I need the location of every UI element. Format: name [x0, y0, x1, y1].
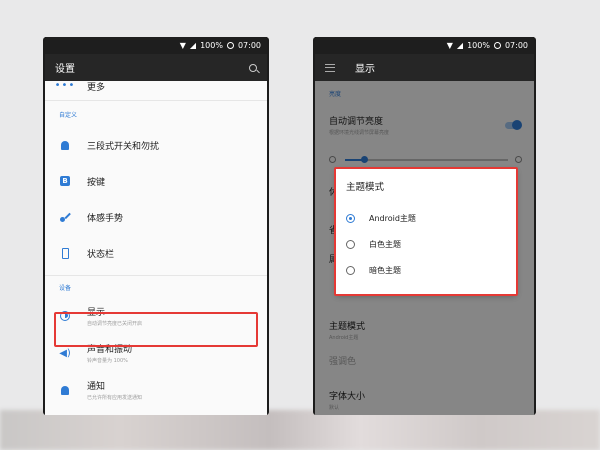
list-item-label: 状态栏 — [87, 249, 115, 260]
list-item-label: 体感手势 — [87, 213, 124, 224]
time-text: 07:00 — [237, 41, 261, 50]
settings-screen: ▼ ◢ 100% 07:00 设置 ••• 更多 自定义 三段式开关和勿扰 B … — [45, 37, 267, 415]
display-screen: ▼ ◢ 100% 07:00 显示 亮度 自动调节亮度 根据环境光线调节屏幕亮度 — [315, 37, 534, 415]
list-item-label: 通知 — [87, 382, 106, 392]
phone-right: ▼ ◢ 100% 07:00 显示 亮度 自动调节亮度 根据环境光线调节屏幕亮度 — [313, 37, 536, 415]
list-item-alert-slider[interactable]: 三段式开关和勿扰 — [45, 127, 267, 163]
list-item-label: 更多 — [87, 82, 106, 93]
battery-text: 100% — [467, 41, 490, 50]
section-header-device: 设备 — [59, 284, 72, 292]
bell-icon — [59, 139, 71, 151]
speaker-icon: ◀) — [59, 347, 71, 359]
button-b-icon: B — [59, 175, 71, 187]
highlight-box-dialog — [334, 167, 518, 296]
app-bar: 显示 — [315, 54, 534, 81]
page-title: 显示 — [355, 64, 375, 75]
list-item-notifications[interactable]: 通知 已允许所有应用发送通知 — [45, 372, 267, 408]
phone-left: ▼ ◢ 100% 07:00 设置 ••• 更多 自定义 三段式开关和勿扰 B … — [43, 37, 269, 415]
signal-icon: ◢ — [189, 41, 197, 50]
wifi-icon: ▼ — [179, 41, 186, 50]
background-blur — [0, 410, 600, 450]
phone-icon — [59, 247, 71, 259]
list-item-buttons[interactable]: B 按键 — [45, 163, 267, 199]
list-item-sublabel: 铃声音量为 100% — [87, 358, 128, 364]
highlight-box-display — [54, 312, 258, 347]
menu-icon[interactable] — [325, 63, 335, 72]
battery-ring-icon — [493, 42, 501, 49]
list-item-gestures[interactable]: 体感手势 — [45, 199, 267, 235]
page-title: 设置 — [55, 64, 75, 75]
status-bar: ▼ ◢ 100% 07:00 — [45, 37, 267, 54]
list-item-label: 按键 — [87, 177, 106, 188]
search-icon[interactable] — [249, 63, 257, 72]
battery-ring-icon — [226, 42, 234, 49]
list-item-more[interactable]: ••• 更多 — [45, 76, 267, 96]
list-item-label: 三段式开关和勿扰 — [87, 141, 160, 152]
time-text: 07:00 — [504, 41, 528, 50]
gesture-icon — [59, 211, 71, 223]
battery-text: 100% — [200, 41, 223, 50]
bell-icon — [59, 384, 71, 396]
list-item-sublabel: 已允许所有应用发送通知 — [87, 395, 143, 401]
status-bar: ▼ ◢ 100% 07:00 — [315, 37, 534, 54]
list-item-statusbar[interactable]: 状态栏 — [45, 235, 267, 271]
wifi-icon: ▼ — [446, 41, 453, 50]
more-dots-icon: ••• — [54, 80, 76, 91]
section-header-custom: 自定义 — [59, 111, 78, 119]
signal-icon: ◢ — [456, 41, 464, 50]
